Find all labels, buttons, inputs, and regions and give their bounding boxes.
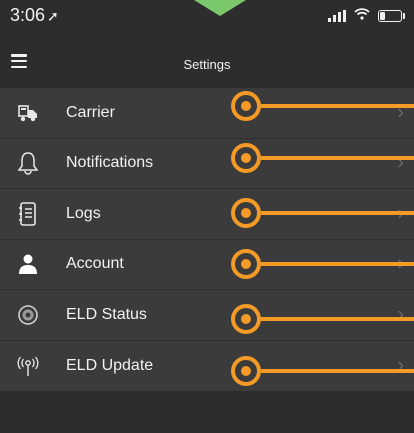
- menu-item-label: Logs: [66, 204, 101, 222]
- wifi-icon: [354, 8, 370, 23]
- app-header: Settings: [0, 40, 414, 88]
- menu-item-label: ELD Update: [66, 356, 154, 374]
- settings-menu: Carrier › Notifications › Logs ›: [0, 88, 414, 391]
- callout-marker-notifications: [231, 143, 414, 173]
- green-pointer-arrow: [194, 0, 246, 16]
- callout-marker-carrier: [231, 91, 414, 121]
- truck-icon: [0, 88, 56, 138]
- callout-marker-logs: [231, 198, 414, 228]
- status-time: 3:06 ➚: [10, 5, 59, 26]
- status-time-text: 3:06: [10, 5, 46, 25]
- callout-marker-eld-status: [231, 304, 414, 334]
- empty-footer-area: [0, 391, 414, 433]
- menu-item-label: Carrier: [66, 103, 115, 121]
- menu-item-label: Account: [66, 255, 124, 273]
- person-icon: [0, 239, 56, 289]
- menu-item-label: Notifications: [66, 154, 154, 172]
- eld-status-icon: [0, 290, 56, 340]
- page-title: Settings: [183, 57, 231, 72]
- status-indicators: [328, 8, 405, 23]
- callout-marker-account: [231, 249, 414, 279]
- bell-icon: [0, 138, 56, 188]
- callout-marker-eld-update: [231, 356, 414, 386]
- menu-item-label: ELD Status: [66, 305, 147, 323]
- cellular-signal-icon: [328, 9, 346, 22]
- antenna-signal-icon: [0, 341, 56, 391]
- logbook-icon: [0, 189, 56, 239]
- battery-low-icon: [378, 9, 405, 22]
- location-arrow-icon: ➚: [47, 8, 59, 24]
